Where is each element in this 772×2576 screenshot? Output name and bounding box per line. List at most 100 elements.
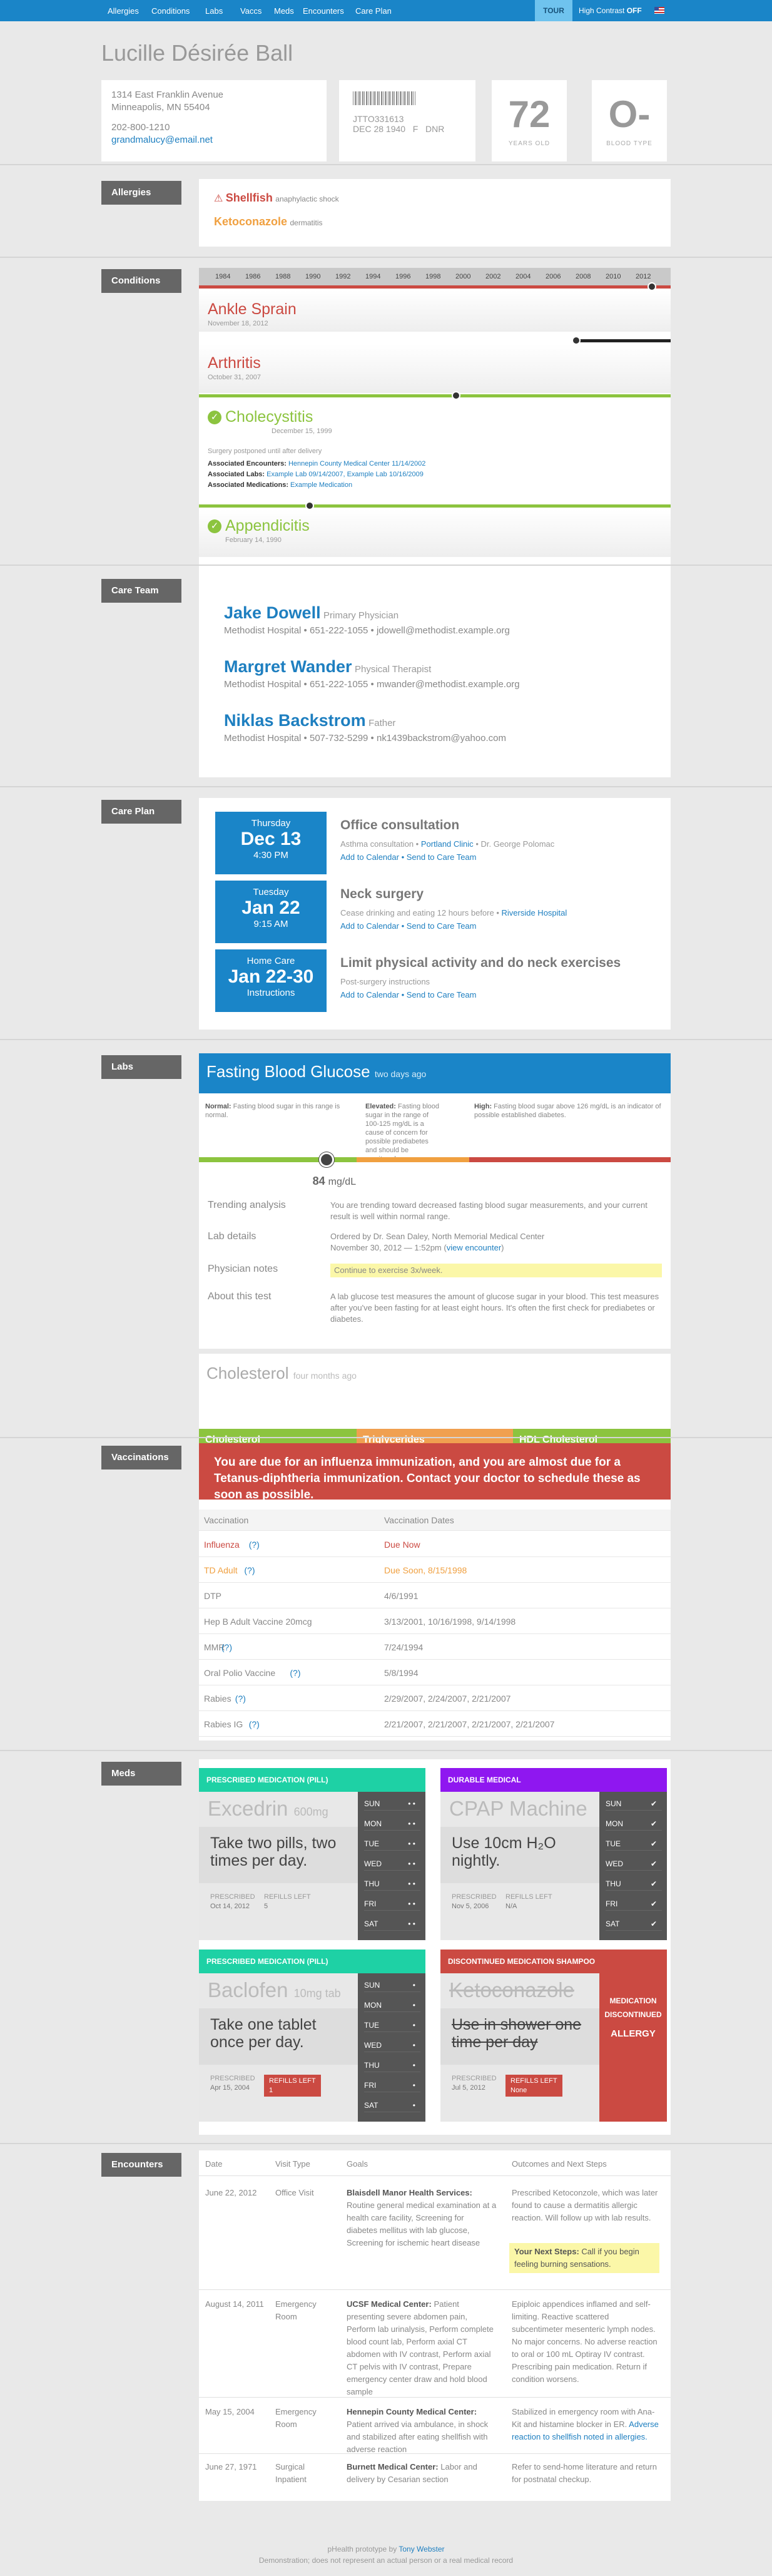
allergy-reaction: dermatitis [290,218,323,227]
schedule-day[interactable]: THU • • [364,1877,420,1891]
schedule-day[interactable]: WED • • [364,1857,420,1871]
vaccine-dates: Due Now [384,1540,420,1550]
help-link[interactable]: (?) [235,1694,246,1704]
help-link[interactable]: (?) [249,1540,260,1550]
member-name-link[interactable]: Margret Wander [224,657,352,676]
nav-meds[interactable]: Meds [274,6,294,16]
help-link[interactable]: (?) [221,1642,232,1652]
tour-button[interactable]: TOUR [535,0,572,21]
help-link[interactable]: (?) [244,1565,255,1575]
enc-goals: UCSF Medical Center: Patient presenting … [347,2299,494,2396]
schedule-day[interactable]: SUN • • [364,1797,420,1811]
schedule-day[interactable]: FRI • • [364,1897,420,1911]
nav-vaccs[interactable]: Vaccs [240,6,262,16]
schedule-day[interactable]: MON • • [364,1817,420,1831]
schedule-day[interactable]: THU • [364,2058,420,2072]
timeline-year: 1990 [305,273,321,280]
dose-mark-icon: • [412,2041,415,2050]
member-role: Father [368,718,396,728]
about-text: A lab glucose test measures the amount o… [330,1292,659,1324]
enc-type: Surgical Inpatient [275,2462,307,2484]
top-nav: Allergies Conditions Labs Vaccs Meds Enc… [0,0,772,21]
vaccination-row: MMR (?) 7/24/1994 [199,1635,671,1660]
condition-cholecystitis[interactable]: ✓ Cholecystitis December 15, 1999 Surgery… [199,399,671,518]
schedule-day[interactable]: WED ✔ [606,1857,662,1871]
schedule-day[interactable]: MON • [364,1998,420,2012]
schedule-day[interactable]: FRI • [364,2078,420,2092]
schedule-day[interactable]: MON ✔ [606,1817,662,1831]
section-label-vaccinations: Vaccinations [101,1446,181,1469]
plan-location-link[interactable]: Portland Clinic [421,839,474,849]
lab-value-marker[interactable] [318,1152,334,1167]
schedule-day[interactable]: TUE • • [364,1837,420,1851]
view-encounter-link[interactable]: view encounter [447,1243,501,1252]
us-flag-icon[interactable] [654,7,664,14]
care-team-member: Niklas Backstrom Father Methodist Hospit… [224,711,506,744]
med-dose: 10mg tab [293,1987,341,2000]
nav-conditions[interactable]: Conditions [151,6,190,16]
dose-mark-icon: • [412,2001,415,2010]
condition-appendicitis[interactable]: ✓ Appendicitis February 14, 1990 [199,509,671,557]
vaccination-row: Oral Polio Vaccine (?) 5/8/1994 [199,1660,671,1685]
schedule-day[interactable]: FRI ✔ [606,1897,662,1911]
vaccination-row: TD Adult (?) Due Soon, 8/15/1998 [199,1558,671,1583]
schedule-day[interactable]: SAT • • [364,1917,420,1931]
schedule-day[interactable]: THU ✔ [606,1877,662,1891]
author-link[interactable]: Tony Webster [399,2545,444,2553]
member-name-link[interactable]: Niklas Backstrom [224,711,366,730]
assoc-labs-link[interactable]: Example Lab 09/14/2007, Example Lab 10/1… [267,471,424,478]
schedule-day[interactable]: SUN ✔ [606,1797,662,1811]
medication-card[interactable]: PRESCRIBED MEDICATION (PILL) Excedrin 600… [199,1768,425,1940]
timeline-marker[interactable] [572,336,581,345]
schedule-day[interactable]: SAT • [364,2098,420,2112]
med-name-row: Baclofen 10mg tab [208,1978,341,2002]
timeline-year: 2006 [546,273,561,280]
schedule-day[interactable]: SUN • [364,1978,420,1992]
schedule-day[interactable]: SAT ✔ [606,1917,662,1931]
nav-care-plan[interactable]: Care Plan [355,6,392,16]
age-value: 72 [508,93,551,135]
schedule-day[interactable]: WED • [364,2038,420,2052]
dose-mark-icon: ✔ [650,1799,657,1808]
enc-goals: Hennepin County Medical Center: Patient … [347,2407,489,2454]
schedule-day[interactable]: TUE ✔ [606,1837,662,1851]
vaccination-row: Influenza (?) Due Now [199,1532,671,1557]
trend-label: Trending analysis [208,1200,286,1210]
plan-actions-link[interactable]: Add to Calendar • Send to Care Team [340,921,653,931]
med-name: Ketoconazole [449,1978,574,2001]
medication-card[interactable]: PRESCRIBED MEDICATION (PILL) Baclofen 10m… [199,1950,425,2122]
nav-encounters[interactable]: Encounters [303,6,344,16]
condition-arthritis[interactable]: Arthritis October 31, 2007 [199,344,671,393]
condition-title: Cholecystitis [225,408,313,426]
dose-mark-icon: • • [408,1919,415,1928]
condition-title: Appendicitis [225,517,310,534]
range-high: High: Fasting blood sugar above 126 mg/d… [474,1103,661,1119]
timeline-marker[interactable] [305,501,314,510]
address-line2: Minneapolis, MN 55404 [111,102,210,113]
medication-card[interactable]: DURABLE MEDICAL CPAP Machine Use 10cm H₂O… [440,1768,667,1940]
high-contrast-toggle[interactable]: High Contrast OFF [579,6,642,15]
assoc-meds-link[interactable]: Example Medication [290,481,352,489]
plan-actions-link[interactable]: Add to Calendar • Send to Care Team [340,852,653,862]
email-link[interactable]: grandmalucy@email.net [111,135,213,145]
assoc-encounter-link[interactable]: Hennepin County Medical Center 11/14/200… [288,460,425,468]
help-link[interactable]: (?) [290,1668,300,1678]
schedule-day[interactable]: TUE • [364,2018,420,2032]
member-name-link[interactable]: Jake Dowell [224,603,321,622]
condition-ankle-sprain[interactable]: Ankle Sprain November 18, 2012 [199,290,671,332]
enc-outcome: Refer to send-home literature and return… [512,2462,657,2484]
range-elevated-bar [357,1157,469,1162]
plan-location-link[interactable]: Riverside Hospital [502,908,567,917]
med-name: Baclofen [208,1978,288,2001]
medication-card[interactable]: DISCONTINUED MEDICATION SHAMPOO Ketoconaz… [440,1950,667,2122]
nav-allergies[interactable]: Allergies [108,6,139,16]
nav-labs[interactable]: Labs [205,6,223,16]
lab-header[interactable]: Fasting Blood Glucose two days ago [199,1053,671,1093]
help-link[interactable]: (?) [249,1719,260,1729]
timeline-marker[interactable] [648,282,656,291]
timeline-marker[interactable] [452,391,460,400]
lab-cholesterol-panel[interactable]: Cholesterol four months ago Cholesterol … [199,1354,671,1451]
range-normal: Normal: Fasting blood sugar in this rang… [205,1103,340,1119]
plan-actions-link[interactable]: Add to Calendar • Send to Care Team [340,990,653,999]
care-plan-panel: Thursday Dec 13 4:30 PM Office consultat… [199,798,671,1030]
